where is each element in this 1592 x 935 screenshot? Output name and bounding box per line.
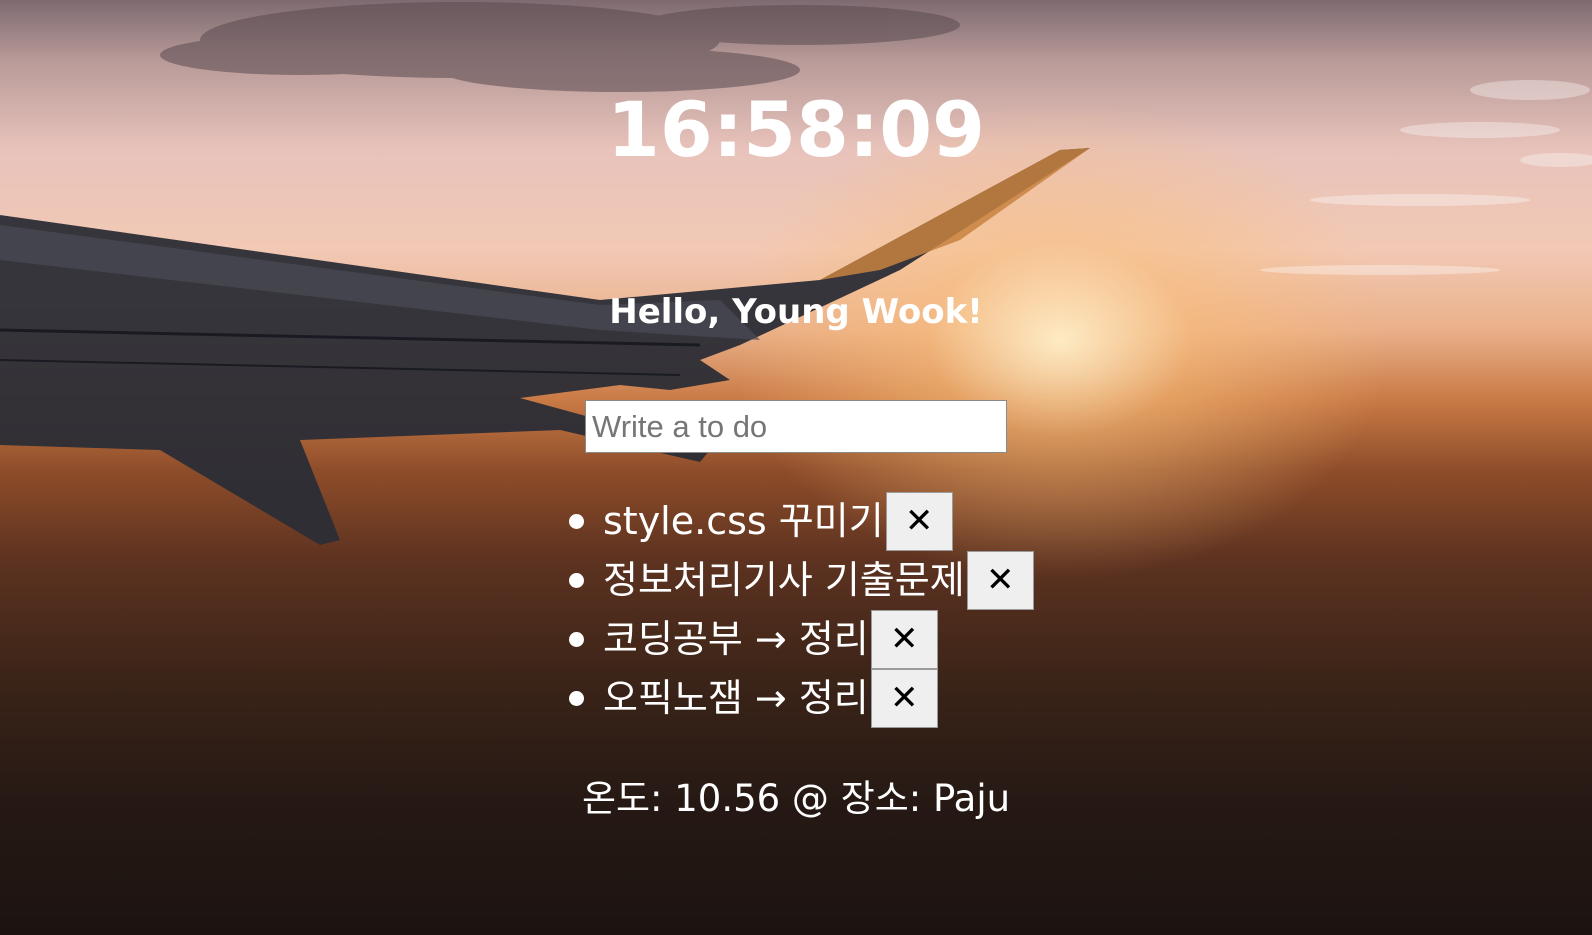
todo-input[interactable]	[585, 400, 1007, 453]
clock: 16:58:09	[606, 85, 986, 174]
todo-item: style.css 꾸미기 ✕	[569, 492, 1034, 551]
delete-todo-button[interactable]: ✕	[870, 669, 938, 728]
delete-todo-button[interactable]: ✕	[885, 492, 953, 551]
delete-todo-button[interactable]: ✕	[870, 610, 938, 669]
weather-info: 온도: 10.56 @ 장소: Paju	[581, 777, 1011, 820]
todo-text: 오픽노잼 → 정리	[603, 676, 869, 720]
todo-list: style.css 꾸미기 ✕ 정보처리기사 기출문제 ✕ 코딩공부 → 정리 …	[569, 492, 1034, 728]
todo-form	[585, 400, 1007, 453]
bullet-icon	[569, 573, 584, 588]
todo-text: 정보처리기사 기출문제	[603, 558, 965, 602]
greeting-text: Hello, Young Wook!	[609, 292, 983, 332]
delete-todo-button[interactable]: ✕	[966, 551, 1034, 610]
todo-item: 오픽노잼 → 정리 ✕	[569, 669, 1034, 728]
todo-text: style.css 꾸미기	[603, 499, 884, 543]
todo-item: 정보처리기사 기출문제 ✕	[569, 551, 1034, 610]
bullet-icon	[569, 514, 584, 529]
bullet-icon	[569, 691, 584, 706]
todo-text: 코딩공부 → 정리	[603, 617, 869, 661]
todo-item: 코딩공부 → 정리 ✕	[569, 610, 1034, 669]
bullet-icon	[569, 632, 584, 647]
